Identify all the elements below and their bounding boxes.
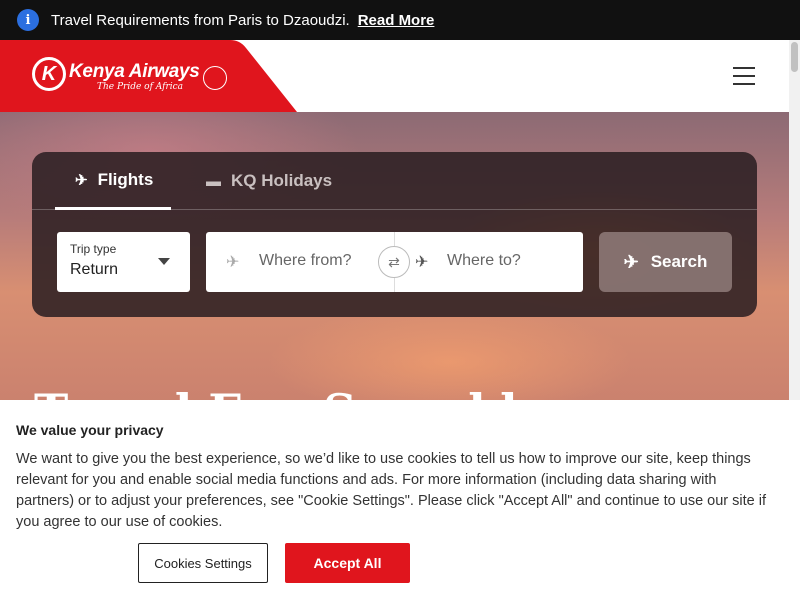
trip-type-value: Return [70, 261, 119, 278]
info-message: Travel Requirements from Paris to Dzaoud… [51, 11, 350, 29]
plane-arrival-icon: ✈ [415, 254, 429, 271]
cookie-banner: We value your privacy We want to give yo… [0, 400, 800, 600]
origin-input[interactable]: ✈ Where from? [206, 232, 394, 292]
logo-tagline: The Pride of Africa [97, 82, 184, 92]
route-fields: ✈ Where from? ✈ Where to? ⇄ [206, 232, 583, 292]
search-button-label: Search [650, 252, 708, 271]
tab-flights[interactable]: ✈ Flights [55, 152, 171, 210]
destination-input[interactable]: ✈ Where to? [395, 232, 583, 292]
tab-kq-holidays-label: KQ Holidays [231, 171, 333, 190]
logo-mark-icon: K [32, 57, 66, 91]
cookie-text: We want to give you the best experience,… [16, 451, 766, 530]
trip-type-select[interactable]: Trip type Return [57, 232, 190, 292]
site-header: K Kenya Airways The Pride of Africa [0, 40, 789, 112]
scrollbar-thumb[interactable] [791, 42, 798, 72]
tab-kq-holidays[interactable]: ▬ KQ Holidays [204, 152, 332, 210]
booking-widget: ✈ Flights ▬ KQ Holidays Trip type Return… [32, 152, 757, 317]
search-button[interactable]: ✈ Search [599, 232, 732, 292]
skyteam-emblem-icon [203, 66, 227, 90]
cookies-settings-button[interactable]: Cookies Settings [138, 543, 268, 583]
plane-departure-icon: ✈ [226, 254, 240, 271]
trip-type-label: Trip type [70, 242, 117, 256]
origin-placeholder: Where from? [259, 252, 352, 269]
cookie-title: We value your privacy [16, 422, 164, 438]
plane-takeoff-icon: ✈ [623, 251, 639, 272]
bed-icon: ▬ [206, 172, 221, 190]
destination-placeholder: Where to? [447, 252, 521, 269]
logo-name: Kenya Airways [69, 61, 200, 82]
booking-tabs: ✈ Flights ▬ KQ Holidays [32, 152, 757, 210]
swap-arrows-icon[interactable]: ⇄ [378, 246, 410, 278]
chevron-down-icon [158, 258, 170, 265]
tab-flights-label: Flights [97, 169, 154, 189]
read-more-link[interactable]: Read More [358, 12, 435, 29]
info-bar: i Travel Requirements from Paris to Dzao… [0, 0, 800, 40]
airplane-icon: ✈ [75, 171, 88, 189]
hamburger-menu-icon[interactable] [733, 67, 755, 87]
logo[interactable]: K Kenya Airways The Pride of Africa [0, 40, 300, 112]
accept-all-button[interactable]: Accept All [285, 543, 410, 583]
info-icon: i [17, 9, 39, 31]
